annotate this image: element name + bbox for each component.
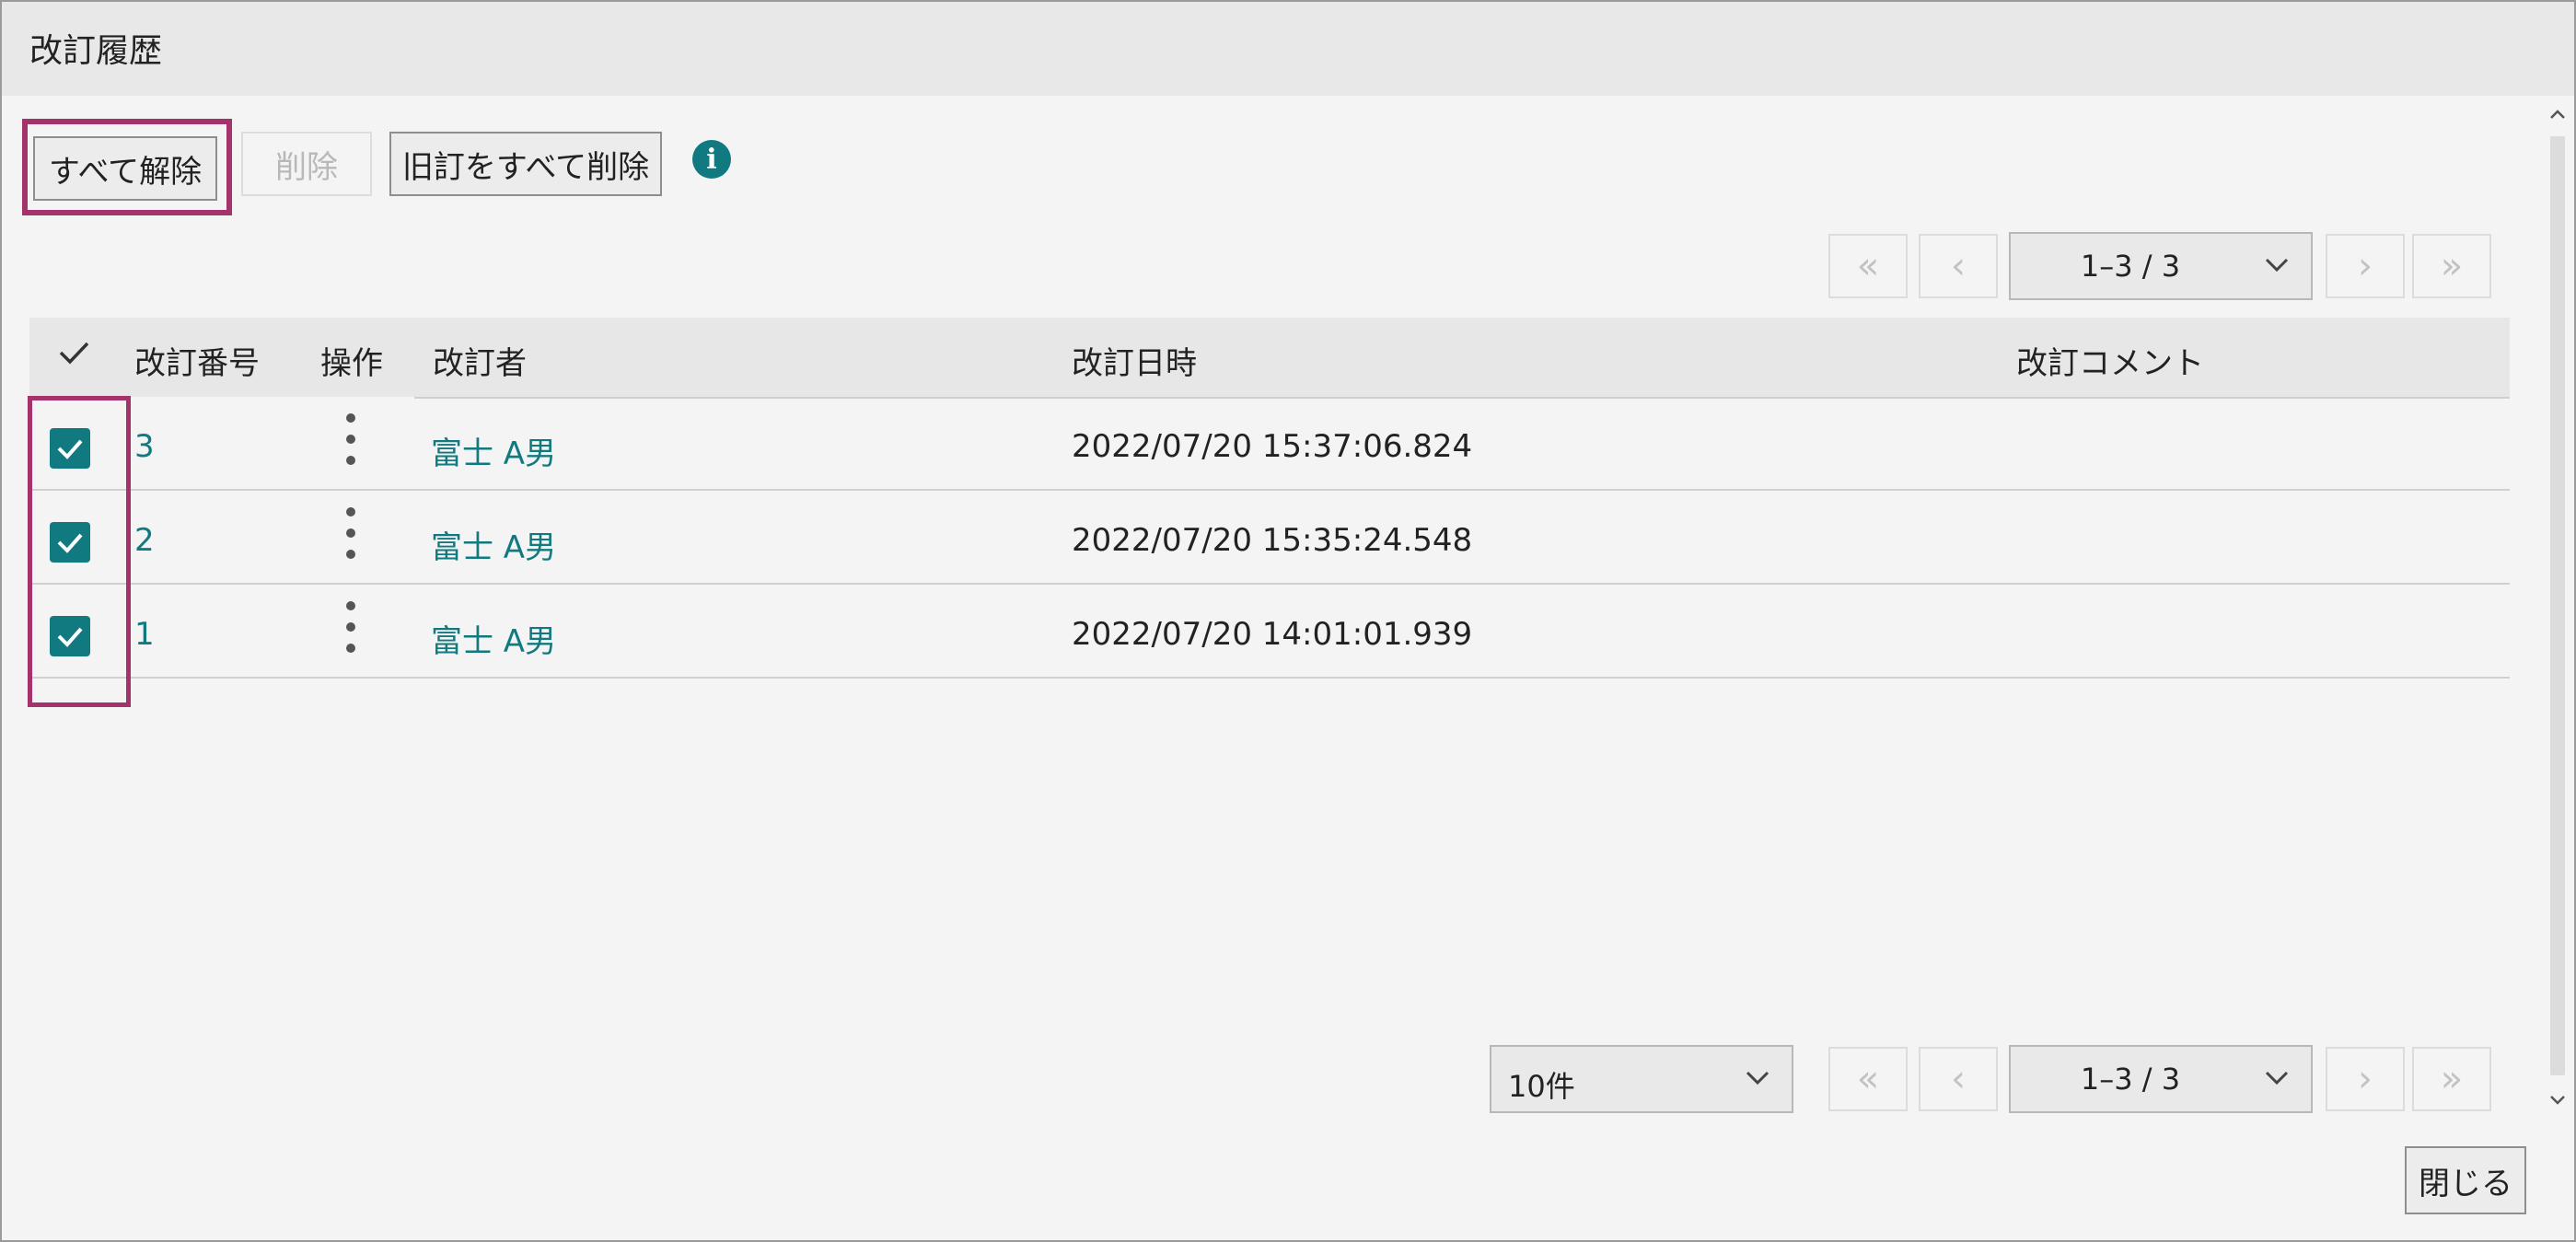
pager-top-last-button[interactable]: » bbox=[2412, 234, 2491, 298]
header-comment: 改訂コメント bbox=[2016, 345, 2204, 382]
close-button[interactable]: 閉じる bbox=[2405, 1146, 2526, 1214]
chevron-down-icon bbox=[2263, 250, 2291, 285]
reviser-link[interactable]: 富士 A男 bbox=[431, 522, 556, 567]
table-header: 改訂番号 操作 改訂者 改訂日時 改訂コメント bbox=[29, 318, 2510, 397]
reviser-link[interactable]: 富士 A男 bbox=[431, 428, 556, 473]
pager-bottom-prev-button[interactable]: ‹ bbox=[1919, 1047, 1998, 1111]
scrollbar-thumb[interactable] bbox=[2550, 136, 2565, 1075]
revision-datetime: 2022/07/20 14:01:01.939 bbox=[1072, 616, 1473, 653]
pager-bottom-range-select[interactable]: 1–3 / 3 bbox=[2009, 1045, 2313, 1113]
per-page-label: 10件 bbox=[1508, 1069, 1575, 1104]
pager-top-next-button[interactable]: › bbox=[2326, 234, 2405, 298]
pager-top-range-label: 1–3 / 3 bbox=[2080, 249, 2181, 284]
pager-bottom-range-label: 1–3 / 3 bbox=[2080, 1062, 2181, 1097]
table-row: 1 富士 A男 2022/07/20 14:01:01.939 bbox=[29, 586, 2510, 679]
header-reviser: 改訂者 bbox=[433, 345, 527, 382]
pager-bottom-first-button[interactable]: « bbox=[1828, 1047, 1908, 1111]
revision-no-link[interactable]: 2 bbox=[134, 522, 155, 559]
row-menu-icon[interactable] bbox=[346, 507, 357, 572]
revision-datetime: 2022/07/20 15:37:06.824 bbox=[1072, 428, 1473, 465]
highlight-deselect-all bbox=[22, 119, 232, 215]
dialog-titlebar: 改訂履歴 bbox=[2, 2, 2574, 96]
pager-top-range-select[interactable]: 1–3 / 3 bbox=[2009, 232, 2313, 300]
info-icon[interactable]: i bbox=[692, 140, 731, 179]
table-row: 2 富士 A男 2022/07/20 15:35:24.548 bbox=[29, 493, 2510, 585]
row-menu-icon[interactable] bbox=[346, 601, 357, 666]
vertical-scrollbar[interactable] bbox=[2541, 96, 2574, 1118]
pager-bottom-last-button[interactable]: » bbox=[2412, 1047, 2491, 1111]
revision-no-link[interactable]: 1 bbox=[134, 616, 155, 653]
chevron-down-icon bbox=[1744, 1063, 1771, 1098]
row-menu-icon[interactable] bbox=[346, 413, 357, 478]
select-all-check-icon[interactable] bbox=[55, 334, 92, 375]
table-row: 3 富士 A男 2022/07/20 15:37:06.824 bbox=[29, 399, 2510, 491]
per-page-select[interactable]: 10件 bbox=[1490, 1045, 1793, 1113]
delete-old-revisions-button[interactable]: 旧訂をすべて削除 bbox=[389, 132, 662, 196]
chevron-down-icon bbox=[2263, 1063, 2291, 1098]
header-datetime: 改訂日時 bbox=[1072, 345, 1197, 382]
scroll-up-icon[interactable] bbox=[2541, 96, 2574, 133]
revision-history-dialog: 改訂履歴 すべて解除 削除 旧訂をすべて削除 i « ‹ 1–3 / 3 › »… bbox=[0, 0, 2576, 1242]
header-operation: 操作 bbox=[320, 345, 383, 382]
dialog-title: 改訂履歴 bbox=[29, 32, 163, 70]
pager-top-first-button[interactable]: « bbox=[1828, 234, 1908, 298]
revision-datetime: 2022/07/20 15:35:24.548 bbox=[1072, 522, 1473, 559]
delete-button[interactable]: 削除 bbox=[241, 132, 372, 196]
scroll-down-icon[interactable] bbox=[2541, 1081, 2574, 1118]
highlight-row-checkboxes bbox=[28, 396, 131, 707]
reviser-link[interactable]: 富士 A男 bbox=[431, 616, 556, 661]
header-revision-no: 改訂番号 bbox=[134, 345, 260, 382]
pager-top-prev-button[interactable]: ‹ bbox=[1919, 234, 1998, 298]
pager-bottom-next-button[interactable]: › bbox=[2326, 1047, 2405, 1111]
revision-no-link[interactable]: 3 bbox=[134, 428, 155, 465]
